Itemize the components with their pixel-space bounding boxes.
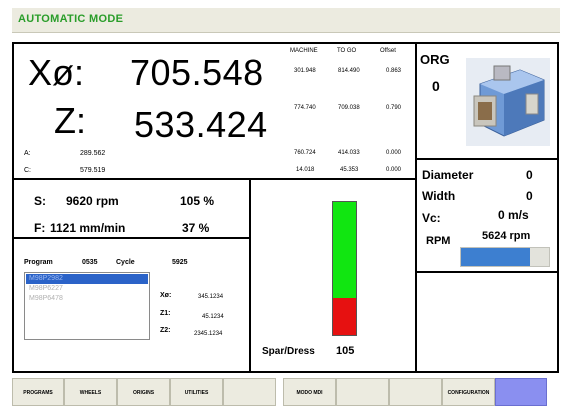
fkey-5-button[interactable] [223, 378, 276, 406]
machine-image [466, 58, 550, 146]
a-machine: 760.724 [294, 150, 316, 156]
z-offset: 0.790 [386, 105, 402, 111]
machine-3d-icon [473, 65, 545, 137]
s-label: S: [34, 194, 46, 208]
rpm-value: 5624 rpm [482, 230, 531, 242]
s-percent: 105 % [180, 194, 215, 208]
divider-org [415, 158, 557, 160]
c-axis-label: C: [24, 167, 31, 174]
c-machine: 14.018 [296, 167, 315, 173]
c-offset: 0.000 [386, 167, 402, 173]
fkey-10-button[interactable] [495, 378, 547, 406]
prog-z2-label: Z2: [160, 327, 171, 334]
prog-x-label: Xø: [160, 292, 172, 299]
diameter-value: 0 [526, 168, 533, 182]
a-togo: 414.033 [338, 150, 360, 156]
program-list-item[interactable]: M98P6478 [26, 294, 148, 304]
width-value: 0 [526, 189, 533, 203]
spar-label: Spar/Dress [262, 346, 315, 357]
prog-z2-value: 2345.1234 [194, 331, 223, 337]
mdi-button[interactable]: MODO MDI [283, 378, 336, 406]
vc-label: Vc: [422, 211, 441, 225]
spar-green-bar [333, 202, 356, 298]
fkey-7-button[interactable] [336, 378, 389, 406]
configuration-button[interactable]: CONFIGURATION [442, 378, 495, 406]
org-label: ORG [420, 52, 450, 67]
diameter-label: Diameter [422, 168, 474, 182]
main-panel: Xø: 705.548 Z: 533.424 MACHINE TO GO Off… [12, 42, 559, 373]
f-percent: 37 % [182, 221, 210, 235]
x-offset: 0.863 [386, 68, 402, 74]
c-axis-value: 579.519 [80, 167, 106, 174]
prog-x-value: 345.1234 [198, 294, 224, 300]
f-value: 1121 mm/min [50, 221, 126, 235]
program-list-item[interactable]: M98P2982 [26, 274, 148, 284]
divider-mid [249, 180, 251, 371]
rpm-label: RPM [426, 235, 451, 247]
prog-z1-value: 45.1234 [202, 314, 224, 320]
z-axis-value: 533.424 [134, 104, 268, 145]
s-value: 9620 rpm [66, 194, 119, 208]
utilities-button[interactable]: UTILITIES [170, 378, 223, 406]
spar-red-bar [333, 298, 356, 335]
cycle-value: 5925 [172, 259, 188, 266]
rpm-bar [460, 247, 550, 267]
function-key-bar: PROGRAMS WHEELS ORIGINS UTILITIES MODO M… [12, 378, 547, 406]
prog-z1-label: Z1: [160, 310, 171, 317]
page-title: AUTOMATIC MODE [18, 13, 124, 25]
program-value: 0535 [82, 259, 98, 266]
c-togo: 45.353 [340, 167, 359, 173]
col-header-offset: Offset [380, 48, 396, 54]
z-machine: 774.740 [294, 105, 316, 111]
a-axis-value: 289.562 [80, 150, 106, 157]
programs-button[interactable]: PROGRAMS [12, 378, 64, 406]
f-label: F: [34, 221, 46, 235]
divider-right [415, 44, 417, 371]
rpm-bar-fill [461, 248, 530, 266]
divider-wheel [415, 271, 557, 273]
fkey-8-button[interactable] [389, 378, 442, 406]
z-axis-label: Z: [54, 100, 86, 141]
cycle-label: Cycle [116, 259, 135, 266]
x-axis-label: Xø: [28, 52, 85, 93]
spar-value: 105 [336, 345, 355, 357]
divider-axes [14, 178, 415, 180]
a-offset: 0.000 [386, 150, 402, 156]
program-label: Program [24, 259, 53, 266]
origins-button[interactable]: ORIGINS [117, 378, 170, 406]
divider-spindle [14, 237, 249, 239]
title-bar: AUTOMATIC MODE [12, 8, 560, 33]
program-list-item[interactable]: M98P6227 [26, 284, 148, 294]
x-axis-value: 705.548 [130, 52, 264, 93]
x-machine: 301.948 [294, 68, 316, 74]
col-header-togo: TO GO [337, 48, 357, 54]
program-list[interactable]: M98P2982 M98P6227 M98P6478 [24, 272, 150, 340]
width-label: Width [422, 189, 456, 203]
col-header-machine: MACHINE [290, 48, 318, 54]
a-axis-label: A: [24, 150, 31, 157]
z-togo: 709.038 [338, 105, 360, 111]
org-value: 0 [432, 78, 440, 94]
wheels-button[interactable]: WHEELS [64, 378, 117, 406]
spar-gauge [332, 201, 357, 336]
vc-value: 0 m/s [498, 208, 529, 222]
x-togo: 814.490 [338, 68, 360, 74]
